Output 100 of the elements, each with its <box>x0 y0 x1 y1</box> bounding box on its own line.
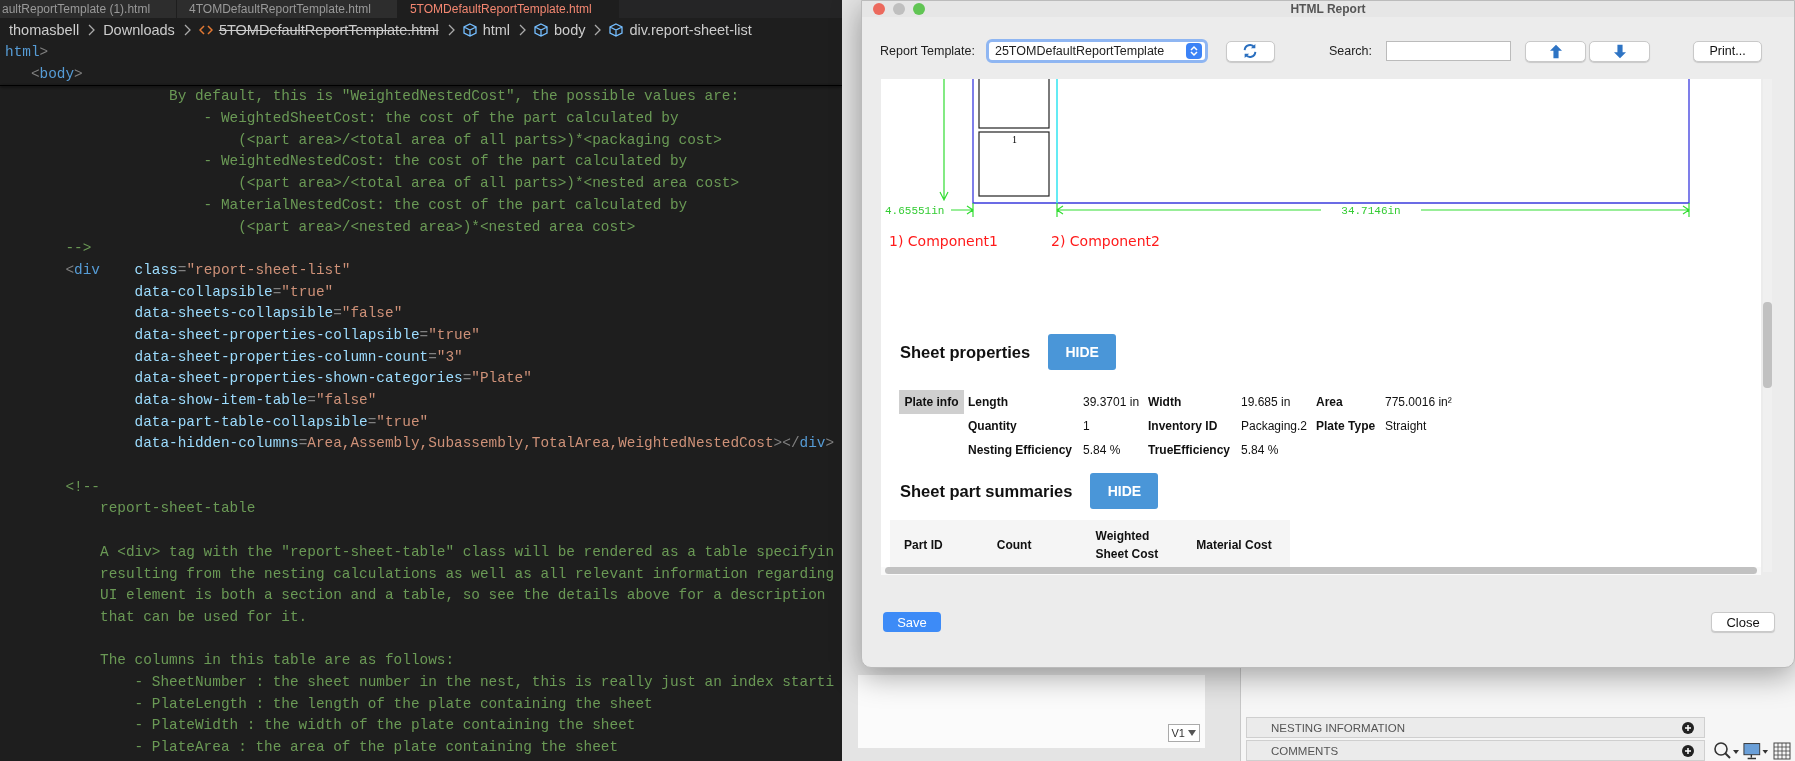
component-label: 2) Component2 <box>1051 233 1160 249</box>
code-line: - MaterialNestedCost: the cost of the part calculated by <box>202 195 689 215</box>
breadcrumb-item[interactable]: body <box>554 22 586 38</box>
vertical-scrollbar[interactable] <box>1763 79 1772 572</box>
up-arrow-icon <box>1549 43 1562 59</box>
property-label: Plate Type <box>1316 419 1377 433</box>
column-header: Weighted Sheet Cost <box>1094 528 1160 563</box>
code-line: <body> <box>29 64 84 84</box>
search-field[interactable] <box>1386 41 1512 61</box>
part-outline <box>978 131 1050 197</box>
property-label: Length <box>968 395 1009 409</box>
cube-icon <box>534 23 549 37</box>
editor-tab[interactable]: aultReportTemplate (1).html <box>0 0 178 18</box>
property-label: Width <box>1148 395 1183 409</box>
version-select[interactable]: V1 <box>1167 724 1200 742</box>
monitor-icon[interactable] <box>1743 740 1769 761</box>
code-line: --> <box>64 239 93 259</box>
code-line: <div class="report-sheet-list" <box>64 260 352 280</box>
column-header: Part ID <box>903 537 944 554</box>
plus-circle-icon[interactable] <box>1682 744 1694 757</box>
zoom-icon[interactable] <box>1713 740 1739 761</box>
column-header: Count <box>995 537 1033 554</box>
editor-tab[interactable]: 4TOMDefaultReportTemplate.html <box>177 0 398 18</box>
chevron-icon <box>446 24 455 36</box>
property-value: 775.0016 in² <box>1385 395 1453 409</box>
code-line: - PlateWidth : the width of the plate containing the sheet <box>133 716 637 736</box>
chevron-icon <box>593 24 602 36</box>
breadcrumb-item[interactable]: div.report-sheet-list <box>629 22 752 38</box>
code-line: <!-- <box>64 477 101 497</box>
print-button[interactable]: Print... <box>1693 40 1763 62</box>
code-line: (<part area>/<total area of all parts>)*<nested area cost> <box>237 174 741 194</box>
dimension-label: 4.65551in <box>885 205 945 217</box>
column-header: Material Cost <box>1195 537 1273 554</box>
next-button[interactable] <box>1589 40 1651 62</box>
property-label: Quantity <box>968 419 1018 433</box>
property-label: Area <box>1316 395 1344 409</box>
property-value: Packaging.2 <box>1241 419 1309 433</box>
panel-title: COMMENTS <box>1271 744 1339 757</box>
property-label: Inventory ID <box>1148 419 1219 433</box>
code-line: data-sheet-properties-column-count="3" <box>133 347 464 367</box>
code-line: data-sheet-properties-collapsible="true" <box>133 325 481 345</box>
cube-icon <box>609 23 624 37</box>
code-icon <box>198 23 213 37</box>
code-line: - WeightedSheetCost: the cost of the part calculated by <box>202 109 680 129</box>
code-line: data-collapsible="true" <box>133 282 335 302</box>
code-line: The columns in this table are as follows: <box>99 651 456 671</box>
part-outline <box>978 79 1050 129</box>
code-line: that can be used for it. <box>99 607 309 627</box>
code-line: html> <box>5 43 50 62</box>
breadcrumb-item[interactable]: Downloads <box>103 22 175 38</box>
code-line: data-part-table-collapsible="true" <box>133 412 430 432</box>
property-value: 5.84 % <box>1083 443 1122 457</box>
chevron-icon <box>87 24 96 36</box>
part-number: 1 <box>1012 134 1017 145</box>
refresh-button[interactable] <box>1225 40 1275 62</box>
section-title: Sheet properties <box>900 342 1031 362</box>
panel-title: NESTING INFORMATION <box>1271 721 1405 734</box>
category-label: Plate info <box>899 390 964 414</box>
property-value: 1 <box>1083 419 1091 433</box>
property-label: Nesting Efficiency <box>968 443 1074 457</box>
chevron-icon <box>518 24 527 36</box>
code-line: A <div> tag with the "report-sheet-table" class will be rendered as a table specifyin <box>99 542 836 562</box>
previous-button[interactable] <box>1525 40 1587 62</box>
panel-header[interactable]: NESTING INFORMATION <box>1246 717 1705 738</box>
plus-circle-icon[interactable] <box>1682 721 1694 734</box>
code-line: - PlateLength : the length of the plate containing the sheet <box>133 694 654 714</box>
property-label: TrueEfficiency <box>1148 443 1232 457</box>
property-value: 19.685 in <box>1241 395 1292 409</box>
window-title: HTML Report <box>1290 2 1366 16</box>
template-label: Report Template: <box>880 44 975 58</box>
window-controls-icon[interactable] <box>872 2 928 16</box>
code-line: data-sheets-collapsible="false" <box>133 304 404 324</box>
code-line: data-sheet-properties-shown-categories="Plate" <box>133 369 533 389</box>
code-line: report-sheet-table <box>99 499 257 519</box>
property-value: 5.84 % <box>1241 443 1280 457</box>
section-title: Sheet part summaries <box>900 481 1073 501</box>
breadcrumb-item[interactable]: 5TOMDefaultReportTemplate.html <box>218 22 439 38</box>
dimension-label: 34.7146in <box>1341 205 1401 217</box>
code-line: (<part area>/<total area of all parts>)*<packaging cost> <box>237 130 723 150</box>
cube-icon <box>462 23 477 37</box>
breadcrumb-item[interactable]: thomasbell <box>9 22 80 38</box>
code-line: - WeightedNestedCost: the cost of the part calculated by <box>202 152 689 172</box>
caret-icon <box>1188 730 1196 736</box>
breadcrumb-item[interactable]: html <box>482 22 511 38</box>
code-line: - SheetNumber : the sheet number in the nest, this is really just an index starti <box>133 672 836 692</box>
chevron-icon <box>182 24 191 36</box>
code-line: (<part area>/<nested area>)*<nested area cost> <box>237 217 637 237</box>
code-line: data-show-item-table="false" <box>133 391 378 410</box>
code-line: UI element is both a section and a table, so see the details above for a description <box>99 586 827 606</box>
template-select[interactable]: 25TOMDefaultReportTemplate <box>985 39 1208 63</box>
close-button[interactable]: Close <box>1711 612 1775 632</box>
code-line: - PlateArea : the area of the plate containing the sheet <box>133 738 620 757</box>
panel-header[interactable]: COMMENTS <box>1246 740 1705 761</box>
editor-tab[interactable]: 5TOMDefaultReportTemplate.html <box>397 0 619 18</box>
stepper-icon <box>1185 43 1202 59</box>
horizontal-scrollbar[interactable] <box>881 567 1761 575</box>
code-line: By default, this is "WeightedNestedCost", the possible values are: <box>168 87 741 107</box>
grid-icon[interactable] <box>1773 741 1791 760</box>
code-line: resulting from the nesting calculations as well as all relevant information regarding <box>99 564 836 584</box>
component-label: 1) Component1 <box>889 233 998 249</box>
